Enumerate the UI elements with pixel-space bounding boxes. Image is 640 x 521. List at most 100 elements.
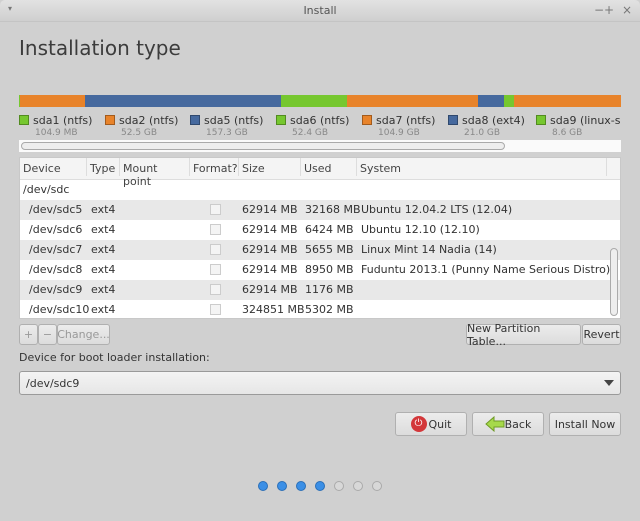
vertical-scrollbar[interactable]: [610, 248, 618, 316]
used-cell: 5302 MB: [305, 303, 354, 316]
column-header[interactable]: Mount point: [120, 158, 190, 188]
horizontal-scrollbar[interactable]: [19, 140, 621, 152]
change-partition-button[interactable]: Change...: [57, 324, 110, 345]
back-button[interactable]: Back: [472, 412, 544, 436]
column-header[interactable]: Format?: [190, 158, 239, 176]
size-cell: 62914 MB: [242, 263, 298, 276]
step-dot: [315, 481, 325, 491]
segment-sda6: [281, 95, 347, 107]
quit-label: Quit: [428, 417, 452, 431]
group-device: /dev/sdc: [23, 183, 70, 196]
partition-name: sda1 (ntfs): [33, 114, 93, 127]
legend-item: sda2 (ntfs) 52.5 GB: [105, 114, 179, 138]
used-cell: 1176 MB: [305, 283, 354, 296]
column-header[interactable]: Device: [20, 158, 87, 176]
partition-name: sda9 (linux-swap): [550, 114, 621, 127]
type-cell: ext4: [91, 263, 116, 276]
window-title: Install: [303, 4, 337, 17]
column-header[interactable]: Used: [301, 158, 357, 176]
size-cell: 62914 MB: [242, 243, 298, 256]
table-row[interactable]: /dev/sdc8 ext4 62914 MB 8950 MB Fuduntu …: [20, 260, 620, 280]
column-header[interactable]: System: [357, 158, 607, 176]
legend-item: sda8 (ext4) 21.0 GB: [448, 114, 525, 138]
maximize-icon[interactable]: +: [604, 3, 614, 17]
used-cell: 5655 MB: [305, 243, 354, 256]
revert-button[interactable]: Revert: [582, 324, 621, 345]
type-cell: ext4: [91, 243, 116, 256]
size-cell: 324851 MB: [242, 303, 305, 316]
segment-sda8: [478, 95, 504, 107]
close-icon[interactable]: ×: [622, 3, 632, 17]
used-cell: 8950 MB: [305, 263, 354, 276]
type-cell: ext4: [91, 283, 116, 296]
partition-size: 8.6 GB: [552, 128, 583, 138]
partition-legend: sda1 (ntfs) 104.9 MB sda2 (ntfs) 52.5 GB sda…: [19, 114, 621, 140]
column-header[interactable]: Type: [87, 158, 120, 176]
legend-swatch: [276, 115, 286, 125]
system-cell: Fuduntu 2013.1 (Punny Name Serious Distr…: [361, 263, 611, 276]
bootloader-device-select[interactable]: /dev/sdc9: [19, 371, 621, 395]
step-dot: [296, 481, 306, 491]
step-dot: [277, 481, 287, 491]
format-checkbox[interactable]: [210, 284, 221, 295]
legend-item: sda6 (ntfs) 52.4 GB: [276, 114, 350, 138]
partition-size: 52.4 GB: [292, 128, 329, 138]
column-header[interactable]: Size: [239, 158, 301, 176]
table-row[interactable]: /dev/sdc7 ext4 62914 MB 5655 MB Linux Mi…: [20, 240, 620, 260]
format-checkbox[interactable]: [210, 244, 221, 255]
size-cell: 62914 MB: [242, 283, 298, 296]
partition-name: sda7 (ntfs): [376, 114, 436, 127]
segment-sda5: [85, 95, 281, 107]
legend-swatch: [190, 115, 200, 125]
title-bar: ▾ Install − + ×: [0, 0, 640, 22]
chevron-down-icon: [604, 380, 614, 386]
remove-partition-button[interactable]: −: [38, 324, 57, 345]
table-group-row[interactable]: /dev/sdc: [20, 180, 620, 200]
legend-swatch: [448, 115, 458, 125]
format-checkbox[interactable]: [210, 204, 221, 215]
step-indicator: [258, 481, 382, 491]
format-checkbox[interactable]: [210, 304, 221, 315]
legend-swatch: [105, 115, 115, 125]
table-row[interactable]: /dev/sdc5 ext4 62914 MB 32168 MB Ubuntu …: [20, 200, 620, 220]
legend-item: sda9 (linux-swap)8.6 GB: [536, 114, 621, 138]
partition-name: sda2 (ntfs): [119, 114, 179, 127]
device-cell: /dev/sdc6: [29, 223, 83, 236]
type-cell: ext4: [91, 223, 116, 236]
table-row[interactable]: /dev/sdc10 ext4 324851 MB 5302 MB: [20, 300, 620, 318]
legend-swatch: [19, 115, 29, 125]
system-cell: Linux Mint 14 Nadia (14): [361, 243, 497, 256]
new-partition-table-button[interactable]: New Partition Table...: [466, 322, 581, 348]
format-checkbox[interactable]: [210, 264, 221, 275]
step-dot: [258, 481, 268, 491]
step-dot: [334, 481, 344, 491]
partition-name: sda5 (ntfs): [204, 114, 264, 127]
segment-sda9: [504, 95, 514, 107]
system-cell: Ubuntu 12.04.2 LTS (12.04): [361, 203, 513, 216]
type-cell: ext4: [91, 203, 116, 216]
device-cell: /dev/sdc10: [29, 303, 90, 316]
scrollbar-thumb[interactable]: [21, 142, 505, 150]
quit-button[interactable]: ⏻ Quit: [395, 412, 467, 436]
back-label: Back: [504, 417, 532, 431]
size-cell: 62914 MB: [242, 223, 298, 236]
partition-bar: [19, 95, 621, 107]
legend-swatch: [362, 115, 372, 125]
table-row[interactable]: /dev/sdc6 ext4 62914 MB 6424 MB Ubuntu 1…: [20, 220, 620, 240]
back-arrow-icon: [484, 416, 505, 432]
table-row[interactable]: /dev/sdc9 ext4 62914 MB 1176 MB: [20, 280, 620, 300]
minimize-icon[interactable]: −: [594, 3, 604, 17]
bootloader-label: Device for boot loader installation:: [19, 351, 210, 364]
power-icon: ⏻: [410, 416, 427, 432]
step-dot: [353, 481, 363, 491]
format-checkbox[interactable]: [210, 224, 221, 235]
step-dot: [372, 481, 382, 491]
segment-sda7: [347, 95, 478, 107]
device-cell: /dev/sdc8: [29, 263, 83, 276]
install-now-button[interactable]: Install Now: [549, 412, 621, 436]
device-cell: /dev/sdc9: [29, 283, 83, 296]
add-partition-button[interactable]: +: [19, 324, 38, 345]
segment-more: [514, 95, 621, 107]
size-cell: 62914 MB: [242, 203, 298, 216]
partition-name: sda6 (ntfs): [290, 114, 350, 127]
